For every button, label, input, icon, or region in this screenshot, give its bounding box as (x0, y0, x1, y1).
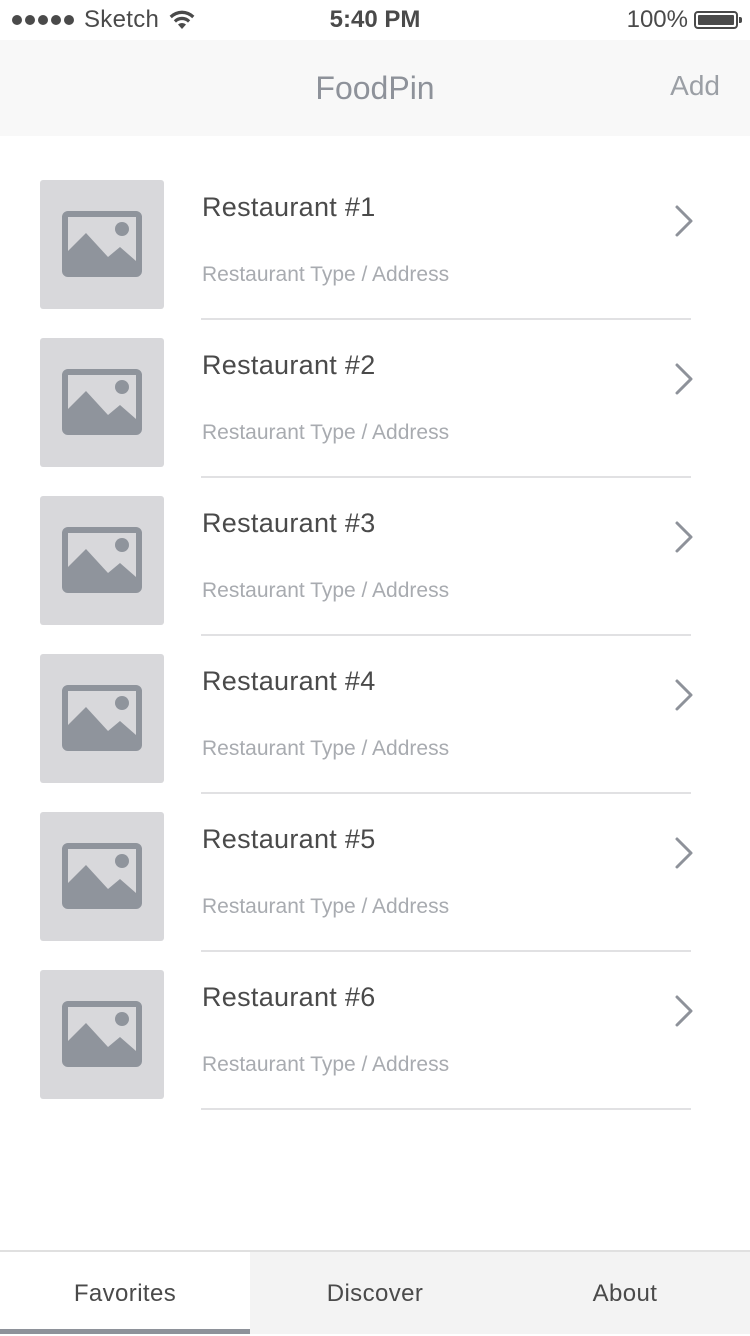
navigation-bar: FoodPin Add (0, 40, 750, 136)
restaurant-thumbnail (40, 338, 164, 467)
restaurant-thumbnail (40, 812, 164, 941)
restaurant-name: Restaurant #3 (202, 508, 376, 538)
row-separator (201, 1108, 691, 1110)
restaurant-subtitle: Restaurant Type / Address (202, 263, 450, 286)
restaurant-thumbnail (40, 496, 164, 625)
restaurant-row[interactable]: Restaurant #1 Restaurant Type / Address (0, 180, 750, 338)
page-title: FoodPin (315, 70, 435, 106)
restaurant-subtitle: Restaurant Type / Address (202, 579, 450, 602)
status-right: 100% (626, 4, 742, 36)
image-placeholder-icon (62, 527, 142, 593)
row-separator (201, 950, 691, 952)
tab-discover[interactable]: Discover (250, 1252, 500, 1334)
restaurant-row[interactable]: Restaurant #5 Restaurant Type / Address (0, 812, 750, 970)
restaurant-name: Restaurant #6 (202, 982, 376, 1012)
restaurant-name: Restaurant #4 (202, 666, 376, 696)
status-bar: Sketch 5:40 PM 100% (0, 0, 750, 40)
battery-percentage: 100% (626, 6, 688, 33)
image-placeholder-icon (62, 843, 142, 909)
restaurant-subtitle: Restaurant Type / Address (202, 1053, 450, 1076)
chevron-right-icon (675, 995, 693, 1027)
restaurant-name: Restaurant #2 (202, 350, 376, 380)
restaurant-row[interactable]: Restaurant #4 Restaurant Type / Address (0, 654, 750, 812)
restaurant-name: Restaurant #1 (202, 192, 376, 222)
restaurant-row[interactable]: Restaurant #3 Restaurant Type / Address (0, 496, 750, 654)
image-placeholder-icon (62, 685, 142, 751)
tab-bar: Favorites Discover About (0, 1250, 750, 1334)
battery-icon (694, 11, 742, 29)
restaurant-subtitle: Restaurant Type / Address (202, 737, 450, 760)
row-separator (201, 318, 691, 320)
image-placeholder-icon (62, 211, 142, 277)
restaurant-thumbnail (40, 970, 164, 1099)
chevron-right-icon (675, 837, 693, 869)
tab-favorites[interactable]: Favorites (0, 1252, 250, 1334)
row-separator (201, 476, 691, 478)
chevron-right-icon (675, 363, 693, 395)
tab-about[interactable]: About (500, 1252, 750, 1334)
chevron-right-icon (675, 521, 693, 553)
restaurant-row[interactable]: Restaurant #2 Restaurant Type / Address (0, 338, 750, 496)
add-button[interactable]: Add (670, 40, 720, 132)
restaurant-thumbnail (40, 654, 164, 783)
image-placeholder-icon (62, 1001, 142, 1067)
restaurant-row[interactable]: Restaurant #6 Restaurant Type / Address (0, 970, 750, 1128)
restaurant-subtitle: Restaurant Type / Address (202, 895, 450, 918)
restaurant-subtitle: Restaurant Type / Address (202, 421, 450, 444)
restaurant-name: Restaurant #5 (202, 824, 376, 854)
chevron-right-icon (675, 679, 693, 711)
image-placeholder-icon (62, 369, 142, 435)
chevron-right-icon (675, 205, 693, 237)
restaurant-thumbnail (40, 180, 164, 309)
restaurant-list: Restaurant #1 Restaurant Type / Address … (0, 180, 750, 1128)
row-separator (201, 792, 691, 794)
row-separator (201, 634, 691, 636)
